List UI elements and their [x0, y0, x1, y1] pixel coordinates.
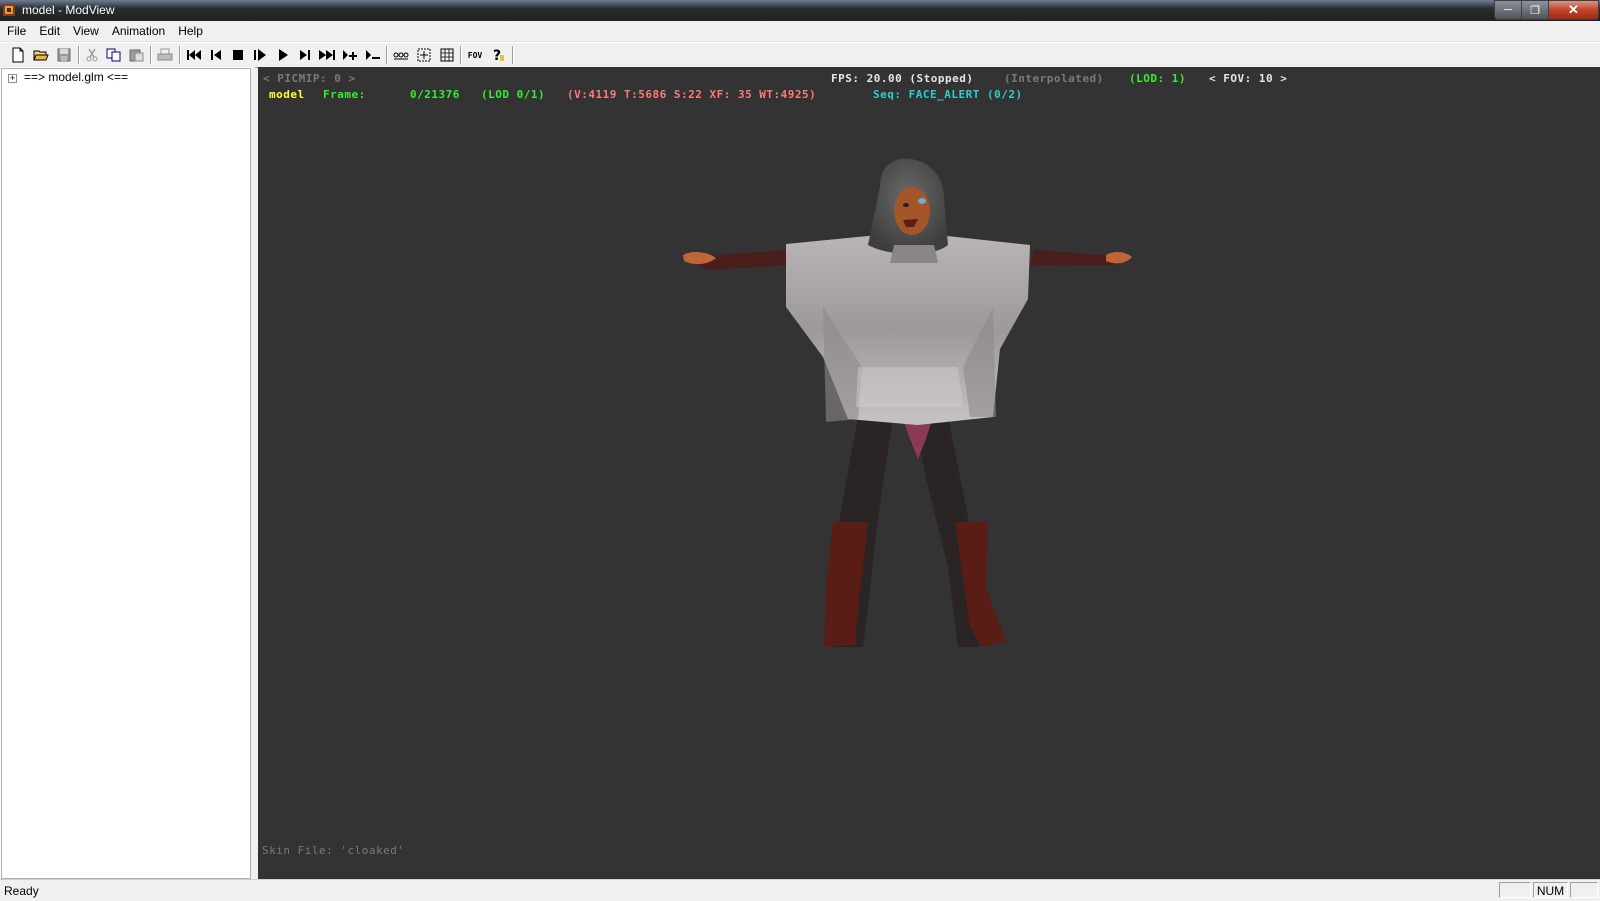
bbox-button[interactable]: [415, 46, 433, 64]
window-title: model - ModView: [22, 3, 115, 17]
texture-button[interactable]: [438, 46, 456, 64]
cut-icon: [86, 48, 98, 62]
step-back-icon: [211, 50, 221, 60]
step-back-button[interactable]: [207, 46, 225, 64]
status-pane-num: NUM: [1533, 882, 1568, 898]
status-text: Ready: [4, 884, 39, 898]
step-forward-icon: [300, 50, 310, 60]
modview-app-icon: [3, 4, 15, 16]
menu-file[interactable]: File: [0, 24, 32, 38]
rewind-button[interactable]: [185, 46, 203, 64]
step-frame-icon: [254, 49, 266, 61]
open-button[interactable]: [32, 46, 50, 64]
fov-icon: FOV: [467, 50, 483, 60]
print-icon: [157, 48, 173, 61]
save-button[interactable]: [55, 46, 73, 64]
fov-button[interactable]: FOV: [466, 46, 484, 64]
play-button[interactable]: [274, 46, 292, 64]
model-tree: + ==> model.glm <==: [1, 68, 251, 879]
step-forward-button[interactable]: [296, 46, 314, 64]
open-folder-icon: [33, 50, 49, 61]
help-button[interactable]: ?: [489, 46, 507, 64]
lod-up-button[interactable]: [341, 46, 359, 64]
title-bar: model - ModView ─ ❐ ✕: [0, 0, 1600, 21]
help-icon: ?: [493, 48, 504, 63]
lod-up-icon: [343, 50, 357, 60]
menu-bar: File Edit View Animation Help: [0, 21, 1600, 42]
status-bar: Ready NUM: [0, 879, 1600, 901]
toolbar: FOV ?: [0, 42, 1600, 68]
new-file-button[interactable]: [9, 46, 27, 64]
svg-text:?: ?: [493, 48, 501, 63]
menu-edit[interactable]: Edit: [32, 24, 66, 38]
render-viewport[interactable]: < PICMIP: 0 > FPS: 20.00 (Stopped) (Inte…: [258, 67, 1600, 879]
stop-icon: [233, 50, 243, 60]
stop-button[interactable]: [229, 46, 247, 64]
tree-expand-icon[interactable]: +: [8, 74, 17, 83]
model-tree-pane: + ==> model.glm <==: [0, 67, 255, 879]
print-button[interactable]: [156, 46, 174, 64]
texture-icon: [440, 48, 454, 62]
paste-icon: [129, 49, 144, 62]
menu-help[interactable]: Help: [171, 24, 209, 38]
status-pane-scroll: [1570, 882, 1598, 898]
bones-icon: [393, 52, 409, 60]
rewind-icon: [187, 50, 201, 60]
copy-icon: [106, 48, 121, 62]
close-button[interactable]: ✕: [1548, 0, 1599, 20]
bbox-icon: [417, 48, 431, 62]
cut-button[interactable]: [83, 46, 101, 64]
restore-icon: ❐: [1530, 4, 1540, 17]
copy-button[interactable]: [105, 46, 123, 64]
paste-button[interactable]: [128, 46, 146, 64]
maximize-button[interactable]: ❐: [1521, 0, 1549, 20]
play-icon: [279, 49, 288, 61]
minimize-button[interactable]: ─: [1494, 0, 1522, 20]
tree-item-model[interactable]: ==> model.glm <==: [24, 70, 128, 84]
menu-animation[interactable]: Animation: [105, 24, 171, 38]
lod-down-icon: [366, 50, 380, 60]
menu-view[interactable]: View: [66, 24, 105, 38]
step-frame-button[interactable]: [251, 46, 269, 64]
close-icon: ✕: [1568, 2, 1579, 17]
hud-skin-file: Skin File: 'cloaked': [262, 844, 405, 857]
lod-down-button[interactable]: [364, 46, 382, 64]
fast-forward-icon: [319, 50, 335, 60]
new-file-icon: [12, 47, 24, 63]
status-pane-caps: [1499, 882, 1531, 898]
fast-forward-button[interactable]: [318, 46, 336, 64]
save-icon: [57, 48, 71, 62]
minimize-icon: ─: [1504, 4, 1512, 16]
bones-button[interactable]: [392, 46, 410, 64]
rendered-character-model: [683, 158, 1132, 647]
